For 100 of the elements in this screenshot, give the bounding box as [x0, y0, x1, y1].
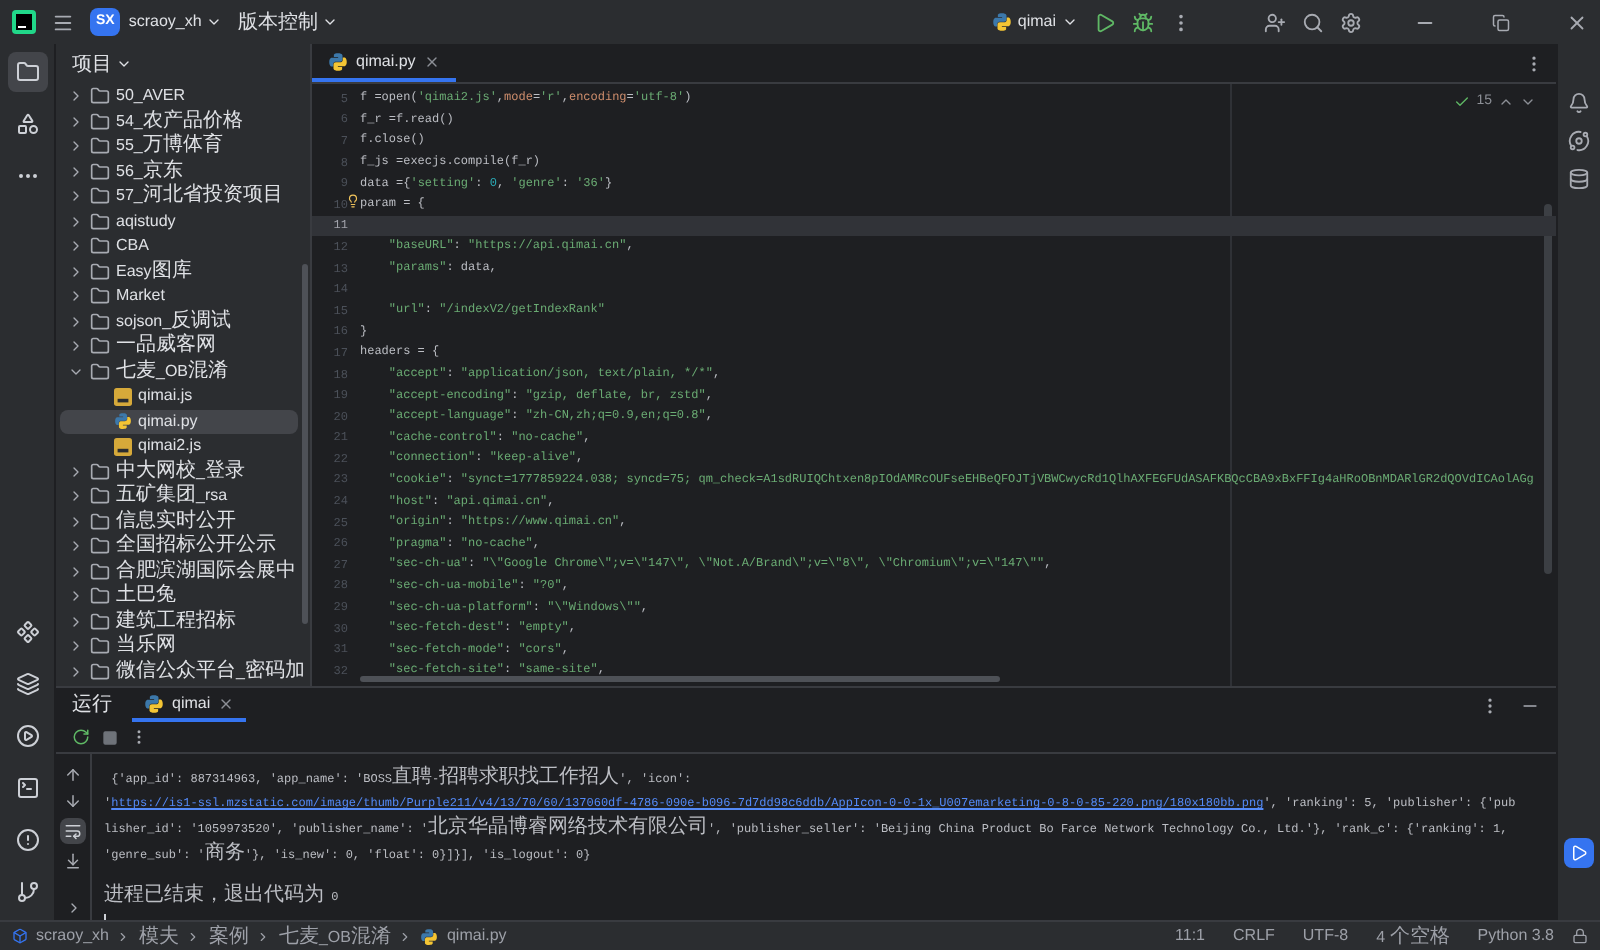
tree-item[interactable]: sojson_反调试 — [60, 309, 298, 333]
chevron-icon[interactable] — [68, 288, 84, 304]
chevron-icon[interactable] — [68, 513, 84, 529]
tree-item[interactable]: Market — [60, 284, 298, 308]
rerun-icon[interactable] — [72, 728, 90, 746]
chevron-icon[interactable] — [68, 488, 84, 504]
debug-icon[interactable] — [1132, 11, 1154, 33]
tree-item[interactable]: 五矿集团_rsa — [60, 484, 298, 508]
tree-item[interactable]: Easy图库 — [60, 259, 298, 283]
breadcrumb-item[interactable]: qimai.py — [446, 924, 507, 948]
run-widget-button[interactable] — [1564, 838, 1594, 868]
lightbulb-icon[interactable] — [346, 193, 360, 208]
chevron-icon[interactable] — [68, 263, 84, 279]
tree-item[interactable]: 建筑工程招标 — [60, 609, 298, 633]
restore-icon[interactable] — [1492, 13, 1510, 31]
editor-tab[interactable]: qimai.py — [312, 44, 456, 82]
menu-icon[interactable] — [52, 11, 74, 33]
chevron-icon[interactable] — [68, 663, 84, 679]
shapes-icon[interactable] — [15, 112, 39, 136]
chevron-icon[interactable] — [68, 463, 84, 479]
run-icon[interactable] — [1094, 11, 1116, 33]
add-user-icon[interactable] — [1264, 11, 1286, 33]
notifications-icon[interactable] — [1568, 92, 1590, 114]
tree-item[interactable]: 七麦_OB混淆 — [60, 359, 298, 383]
tree-item[interactable]: 信息实时公开 — [60, 509, 298, 533]
tree-item[interactable]: 55_万博体育 — [60, 134, 298, 158]
status-item[interactable]: 4 个空格 — [1366, 921, 1460, 950]
tree-item[interactable]: CBA — [60, 234, 298, 258]
tree-item[interactable]: 全国招标公开公示 — [60, 534, 298, 558]
chevron-icon[interactable] — [68, 163, 84, 179]
lock-icon[interactable] — [1572, 928, 1588, 944]
tree-item[interactable]: qimai.py — [60, 409, 298, 433]
close-icon[interactable] — [218, 695, 235, 711]
run-tab[interactable]: qimai — [132, 688, 247, 722]
project-selector[interactable]: scraoy_xh — [128, 10, 222, 34]
chevron-icon — [398, 929, 413, 943]
alert-icon[interactable] — [15, 828, 39, 852]
up-arrow-icon[interactable] — [64, 766, 82, 784]
chevron-icon — [186, 929, 201, 943]
breadcrumb-item[interactable]: 七麦_OB混淆 — [278, 921, 391, 950]
play-icon[interactable] — [1570, 844, 1588, 862]
tree-item[interactable]: qimai.js — [60, 384, 298, 408]
folder-icon[interactable] — [15, 60, 39, 84]
chevron-icon[interactable] — [68, 338, 84, 354]
tree-item[interactable]: qimai2.js — [60, 434, 298, 458]
branch-icon[interactable] — [15, 880, 39, 904]
tree-item[interactable]: 中大网校_登录 — [60, 459, 298, 483]
chevron-icon[interactable] — [68, 638, 84, 654]
breadcrumb-item[interactable]: 模夫 — [138, 921, 179, 950]
tool-window-button[interactable] — [7, 52, 47, 92]
breadcrumb-item[interactable]: scraoy_xh — [36, 924, 109, 948]
vcs-menu[interactable]: 版本控制 — [237, 7, 338, 37]
tree-item[interactable]: 土巴兔 — [60, 584, 298, 608]
chevron-icon[interactable] — [68, 213, 84, 229]
terminal-icon[interactable] — [15, 776, 39, 800]
tree-item[interactable]: 54_农产品价格 — [60, 109, 298, 133]
chevron-icon[interactable] — [68, 88, 84, 104]
check-icon[interactable] — [1454, 94, 1471, 111]
layers-icon[interactable] — [15, 672, 39, 696]
tree-item[interactable]: 57_河北省投资项目 — [60, 184, 298, 208]
spiral-icon[interactable] — [1568, 130, 1590, 152]
chevron-icon[interactable] — [68, 613, 84, 629]
folder-icon — [90, 161, 110, 181]
status-item[interactable]: CRLF — [1223, 924, 1285, 948]
chevron-icon[interactable] — [68, 188, 84, 204]
tree-item[interactable]: 一品威客网 — [60, 334, 298, 358]
chevron-icon[interactable] — [68, 238, 84, 254]
stop-icon[interactable] — [102, 729, 118, 745]
search-icon[interactable] — [1302, 11, 1324, 33]
settings-icon[interactable] — [1340, 11, 1362, 33]
down-arrow-icon[interactable] — [64, 792, 82, 810]
chevron-icon[interactable] — [68, 538, 84, 554]
close-icon[interactable] — [1566, 11, 1588, 33]
status-item[interactable]: UTF-8 — [1292, 924, 1359, 948]
status-item[interactable]: 11:1 — [1165, 924, 1216, 948]
folder-icon — [90, 186, 110, 206]
scroll-to-end-icon[interactable] — [64, 852, 82, 870]
tree-item[interactable]: 56_京东 — [60, 159, 298, 183]
database-icon[interactable] — [1568, 168, 1590, 190]
breadcrumb-item[interactable]: 案例 — [208, 921, 249, 950]
play-circle-icon[interactable] — [15, 724, 39, 748]
chevron-icon — [116, 56, 132, 72]
chevron-icon[interactable] — [68, 138, 84, 154]
horizontal-scrollbar[interactable] — [360, 676, 1000, 682]
chevron-icon[interactable] — [68, 563, 84, 579]
component-icon[interactable] — [15, 620, 39, 644]
folder-icon — [90, 561, 110, 581]
run-config-selector[interactable]: qimai — [991, 10, 1078, 34]
tree-item[interactable]: 当乐网 — [60, 634, 298, 658]
status-item[interactable]: Python 3.8 — [1467, 924, 1564, 948]
tree-item[interactable]: 合肥滨湖国际会展中 — [60, 559, 298, 583]
chevron-icon[interactable] — [68, 113, 84, 129]
close-icon[interactable] — [423, 53, 440, 69]
tree-item[interactable]: aqistudy — [60, 209, 298, 233]
vertical-scrollbar[interactable] — [1544, 204, 1552, 574]
chevron-icon[interactable] — [68, 313, 84, 329]
chevron-icon[interactable] — [68, 588, 84, 604]
tree-item[interactable]: 微信公众平台_密码加 — [60, 659, 298, 683]
project-panel-title[interactable]: 项目 — [72, 49, 132, 79]
tree-item[interactable]: 50_AVER — [60, 84, 298, 108]
